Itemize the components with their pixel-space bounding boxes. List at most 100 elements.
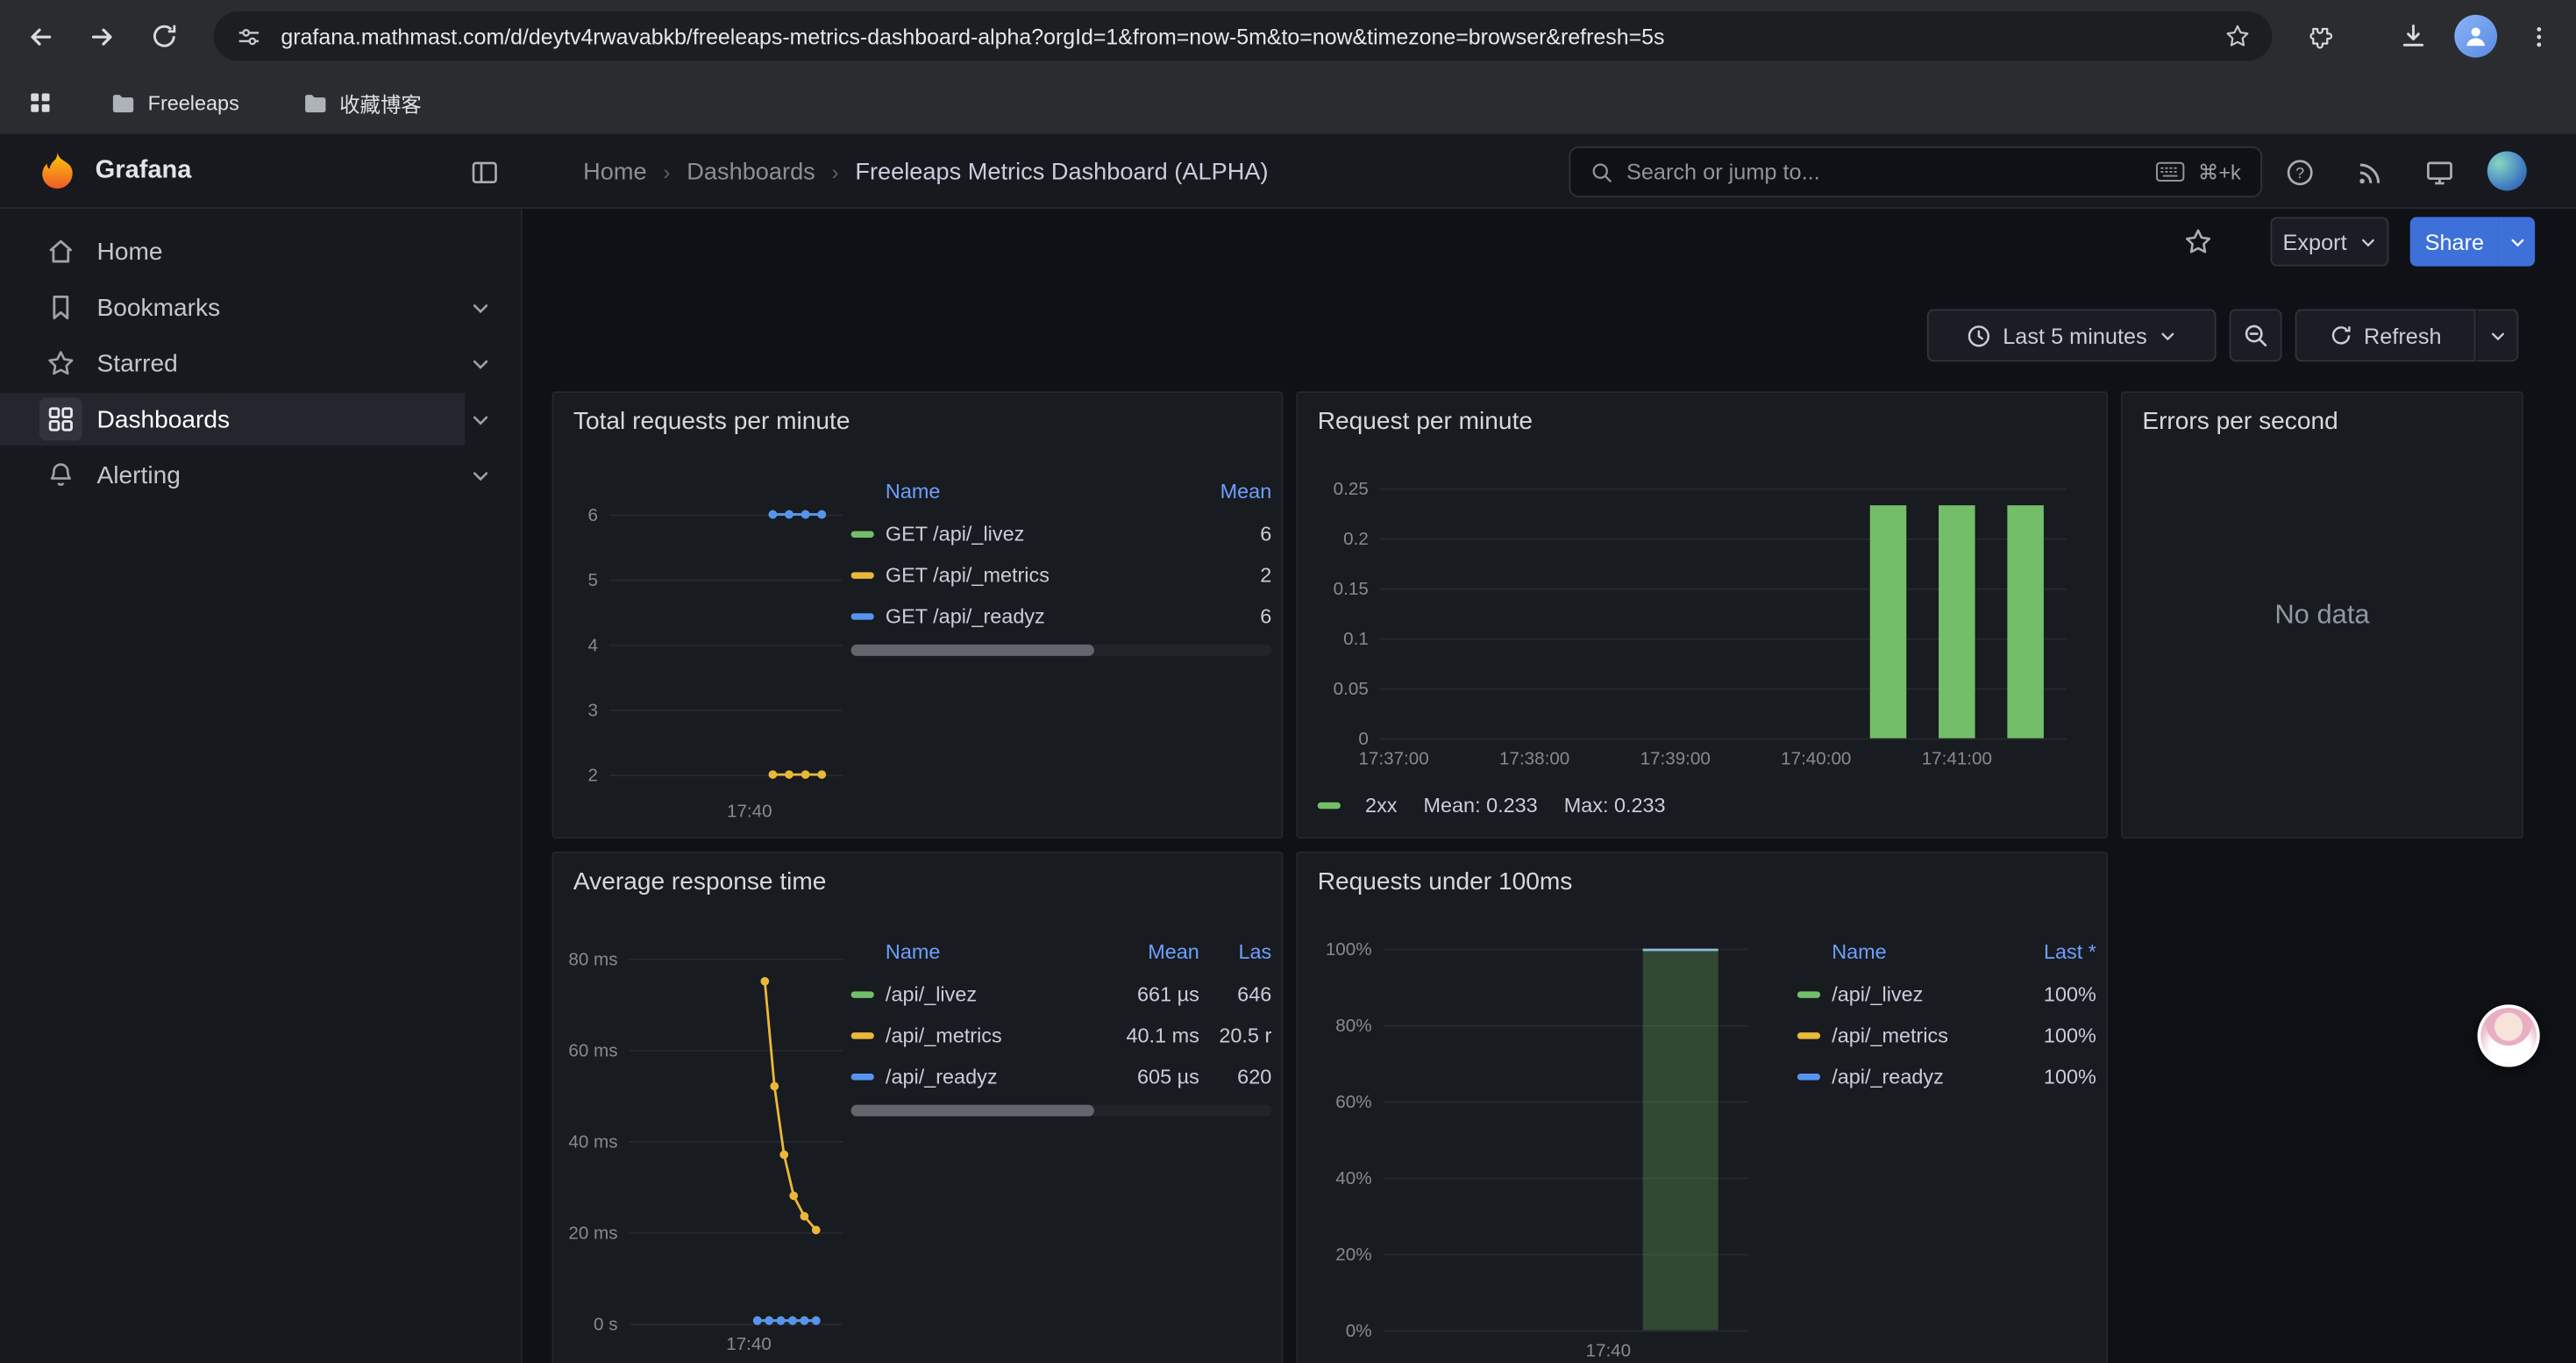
monitor-icon[interactable]: [2422, 154, 2458, 190]
series-name: 2xx: [1365, 794, 1397, 817]
reload-button[interactable]: [139, 11, 189, 61]
legend-header-name[interactable]: Name: [886, 480, 1179, 503]
panel-request-per-minute: Request per minute 0.250.20.150.10.05017…: [1296, 391, 2108, 838]
bookmark-folder-blogs[interactable]: 收藏博客: [288, 81, 435, 125]
legend-row[interactable]: /api/_readyz 605 µs 620: [851, 1055, 1272, 1096]
legend-scrollbar[interactable]: [851, 645, 1272, 656]
panel-title[interactable]: Total requests per minute: [573, 408, 850, 436]
legend-row[interactable]: /api/_readyz 100%: [1797, 1055, 2096, 1096]
home-icon: [39, 230, 82, 273]
breadcrumb-home[interactable]: Home: [583, 159, 646, 185]
legend-header-last[interactable]: Last *: [2010, 940, 2096, 963]
svg-text:40%: 40%: [1335, 1168, 1371, 1188]
svg-text:2: 2: [588, 766, 598, 786]
back-button[interactable]: [15, 11, 64, 61]
search-input[interactable]: ⌘+k: [1569, 146, 2262, 197]
svg-text:17:39:00: 17:39:00: [1640, 749, 1711, 769]
grafana-logo[interactable]: [36, 150, 79, 193]
bookmark-icon: [39, 286, 82, 329]
svg-text:20%: 20%: [1335, 1245, 1371, 1265]
svg-text:4: 4: [588, 635, 598, 655]
dashboard-canvas: Export Share Last 5 minutes Refresh: [523, 209, 2576, 1363]
svg-text:0 s: 0 s: [594, 1314, 617, 1334]
bookmark-label: 收藏博客: [339, 87, 422, 118]
scrollbar-thumb[interactable]: [851, 1105, 1095, 1117]
share-dropdown-button[interactable]: [2499, 217, 2535, 266]
url-bar[interactable]: grafana.mathmast.com/d/deytv4rwavabkb/fr…: [214, 11, 2273, 61]
series-color-swatch: [851, 571, 874, 577]
refresh-interval-dropdown[interactable]: [2476, 309, 2519, 361]
series-max: Max: 0.233: [1564, 794, 1666, 817]
breadcrumb-dashboards[interactable]: Dashboards: [687, 159, 815, 185]
total-requests-chart[interactable]: 6543217:40: [566, 468, 856, 838]
search-field[interactable]: [1626, 160, 2142, 184]
avg-response-time-chart[interactable]: 80 ms60 ms40 ms20 ms0 s17:40: [566, 919, 856, 1363]
help-icon[interactable]: ?: [2282, 154, 2318, 190]
sidebar-item-dashboards[interactable]: Dashboards: [0, 391, 521, 447]
svg-text:60%: 60%: [1335, 1092, 1371, 1112]
keyboard-icon: [2155, 161, 2185, 182]
legend-row[interactable]: /api/_livez 661 µs 646: [851, 974, 1272, 1015]
floating-avatar[interactable]: [2478, 1004, 2540, 1067]
breadcrumb-separator: ›: [663, 160, 670, 184]
legend-header-mean[interactable]: Mean: [1179, 480, 1271, 503]
user-avatar[interactable]: [2487, 151, 2527, 190]
legend-row[interactable]: GET /api/_livez 6: [851, 513, 1272, 554]
legend-row[interactable]: /api/_livez 100%: [1797, 974, 2096, 1015]
news-rss-icon[interactable]: [2351, 154, 2387, 190]
legend-header-last[interactable]: Las: [1199, 940, 1271, 963]
sidebar-item-home[interactable]: Home: [0, 224, 521, 280]
svg-text:17:37:00: 17:37:00: [1358, 749, 1428, 769]
panel-title[interactable]: Average response time: [573, 868, 827, 896]
legend-header-mean[interactable]: Mean: [1085, 940, 1199, 963]
series-color-swatch: [1797, 1031, 1820, 1038]
sidebar-item-bookmarks[interactable]: Bookmarks: [0, 280, 521, 336]
apps-grid-icon[interactable]: [19, 82, 60, 124]
request-per-minute-chart[interactable]: 0.250.20.150.10.05017:37:0017:38:0017:39…: [1305, 465, 2090, 777]
favorite-star-icon[interactable]: [2180, 224, 2216, 260]
panel-title[interactable]: Requests under 100ms: [1318, 868, 1573, 896]
legend-table: Name Mean GET /api/_livez 6 GET /api/_me…: [851, 470, 1272, 656]
refresh-button[interactable]: Refresh: [2295, 309, 2476, 361]
zoom-out-button[interactable]: [2230, 309, 2282, 361]
legend-header-name[interactable]: Name: [1832, 940, 2010, 963]
panel-title[interactable]: Request per minute: [1318, 408, 1533, 436]
legend-header-name[interactable]: Name: [886, 940, 1085, 963]
extensions-icon[interactable]: [2295, 11, 2345, 61]
series-color-swatch: [1797, 1073, 1820, 1079]
legend-row[interactable]: /api/_metrics 40.1 ms 20.5 r: [851, 1015, 1272, 1056]
panel-avg-response-time: Average response time 80 ms60 ms40 ms20 …: [552, 852, 1284, 1363]
svg-text:0.15: 0.15: [1334, 579, 1369, 599]
legend-row[interactable]: GET /api/_readyz 6: [851, 596, 1272, 637]
dock-sidebar-icon[interactable]: [466, 154, 502, 190]
forward-button[interactable]: [77, 11, 126, 61]
bookmark-star-icon[interactable]: [2219, 18, 2255, 54]
chevron-down-icon: [470, 409, 491, 430]
site-settings-icon[interactable]: [230, 18, 266, 54]
export-button[interactable]: Export: [2270, 217, 2388, 266]
downloads-button[interactable]: [2388, 11, 2437, 61]
requests-under-100ms-chart[interactable]: 100%80%60%40%20%0%17:40: [1305, 925, 1797, 1363]
menu-kebab-icon[interactable]: [2514, 11, 2563, 61]
series-color-swatch: [851, 531, 874, 537]
svg-text:17:41:00: 17:41:00: [1922, 749, 1992, 769]
scrollbar-thumb[interactable]: [851, 645, 1095, 656]
legend-scrollbar[interactable]: [851, 1105, 1272, 1117]
time-range-picker[interactable]: Last 5 minutes: [1927, 309, 2217, 361]
series-mean: Mean: 0.233: [1423, 794, 1537, 817]
legend[interactable]: 2xx Mean: 0.233 Max: 0.233: [1318, 794, 1666, 817]
star-icon: [39, 342, 82, 385]
no-data-message: No data: [2123, 393, 2522, 837]
svg-text:80%: 80%: [1335, 1016, 1371, 1036]
bookmark-folder-freeleaps[interactable]: Freeleaps: [97, 83, 253, 123]
chevron-down-icon: [470, 465, 491, 486]
profile-avatar[interactable]: [2454, 15, 2497, 58]
share-button[interactable]: Share: [2410, 217, 2499, 266]
legend-row[interactable]: /api/_metrics 100%: [1797, 1015, 2096, 1056]
org-name: Grafana: [96, 156, 192, 186]
svg-text:0%: 0%: [1346, 1321, 1372, 1341]
sidebar-item-alerting[interactable]: Alerting: [0, 447, 521, 503]
legend-row[interactable]: GET /api/_metrics 2: [851, 554, 1272, 596]
svg-text:60 ms: 60 ms: [568, 1040, 617, 1060]
sidebar-item-starred[interactable]: Starred: [0, 335, 521, 391]
